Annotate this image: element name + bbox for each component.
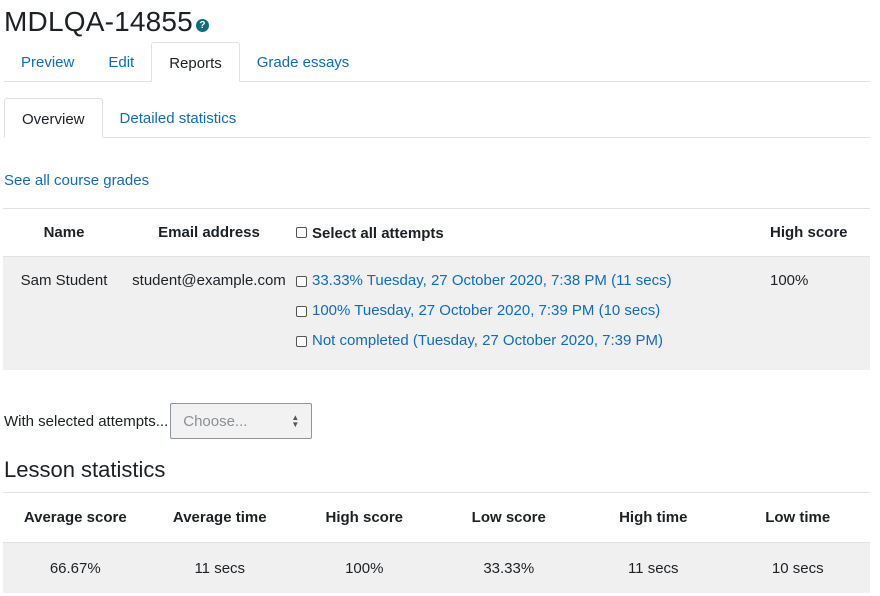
tab-edit[interactable]: Edit	[91, 42, 151, 81]
student-name: Sam Student	[3, 256, 125, 370]
column-header-select-all: Select all attempts	[293, 208, 764, 257]
stats-average-time: 11 secs	[147, 542, 292, 593]
attempts-list: 33.33% Tuesday, 27 October 2020, 7:38 PM…	[293, 256, 764, 370]
stats-high-score: 100%	[292, 542, 437, 593]
with-selected-attempts: With selected attempts... Choose... ▲ ▼	[4, 403, 313, 439]
column-header-name: Name	[3, 208, 125, 257]
tab-preview[interactable]: Preview	[4, 42, 91, 81]
stats-header-average-time: Average time	[147, 492, 292, 543]
stats-header-high-score: High score	[292, 492, 437, 543]
primary-tabs: Preview Edit Reports Grade essays	[4, 42, 870, 82]
attempt-link[interactable]: 100% Tuesday, 27 October 2020, 7:39 PM (…	[312, 302, 660, 319]
stats-header-average-score: Average score	[3, 492, 148, 543]
tab-detailed-statistics[interactable]: Detailed statistics	[103, 98, 254, 137]
lesson-statistics-table: Average score Average time High score Lo…	[3, 492, 870, 593]
tab-grade-essays[interactable]: Grade essays	[240, 42, 367, 81]
select-all-label: Select all attempts	[312, 225, 444, 242]
page-title: MDLQA-14855	[4, 6, 193, 37]
stats-high-time: 11 secs	[581, 542, 726, 593]
column-header-high-score: High score	[764, 208, 870, 257]
stats-header-high-time: High time	[581, 492, 726, 543]
select-arrows-icon: ▲ ▼	[291, 413, 300, 429]
attempt-checkbox[interactable]	[296, 306, 307, 317]
stats-header-row: Average score Average time High score Lo…	[3, 492, 870, 543]
stats-average-score: 66.67%	[3, 542, 148, 593]
with-selected-select[interactable]: Choose... ▲ ▼	[170, 403, 313, 439]
secondary-tabs: Overview Detailed statistics	[4, 98, 870, 138]
attempt-link[interactable]: Not completed (Tuesday, 27 October 2020,…	[312, 332, 663, 349]
page-header: MDLQA-14855 ?	[4, 4, 209, 40]
question-circle-icon[interactable]: ?	[195, 18, 209, 32]
column-header-email: Email address	[125, 208, 293, 257]
see-all-course-grades-link[interactable]: See all course grades	[4, 172, 149, 189]
select-value: Choose...	[183, 412, 248, 430]
stats-low-score: 33.33%	[436, 542, 581, 593]
tab-overview[interactable]: Overview	[4, 98, 103, 138]
student-email: student@example.com	[125, 256, 293, 370]
attempt-item: 33.33% Tuesday, 27 October 2020, 7:38 PM…	[296, 272, 764, 302]
attempt-item: Not completed (Tuesday, 27 October 2020,…	[296, 332, 764, 362]
attempts-table: Name Email address Select all attempts H…	[3, 208, 870, 370]
table-row: 66.67% 11 secs 100% 33.33% 11 secs 10 se…	[3, 542, 870, 593]
with-selected-label: With selected attempts...	[4, 412, 169, 430]
student-high-score: 100%	[764, 256, 870, 370]
attempt-checkbox[interactable]	[296, 336, 307, 347]
tab-reports[interactable]: Reports	[151, 42, 240, 82]
table-row: Sam Student student@example.com 33.33% T…	[3, 256, 870, 370]
select-all-checkbox[interactable]	[296, 227, 307, 238]
attempt-checkbox[interactable]	[296, 276, 307, 287]
stats-header-low-time: Low time	[725, 492, 870, 543]
attempt-link[interactable]: 33.33% Tuesday, 27 October 2020, 7:38 PM…	[312, 272, 672, 289]
stats-header-low-score: Low score	[436, 492, 581, 543]
lesson-statistics-title: Lesson statistics	[4, 457, 166, 482]
stats-low-time: 10 secs	[725, 542, 870, 593]
attempts-table-header-row: Name Email address Select all attempts H…	[3, 208, 870, 257]
attempt-item: 100% Tuesday, 27 October 2020, 7:39 PM (…	[296, 302, 764, 332]
